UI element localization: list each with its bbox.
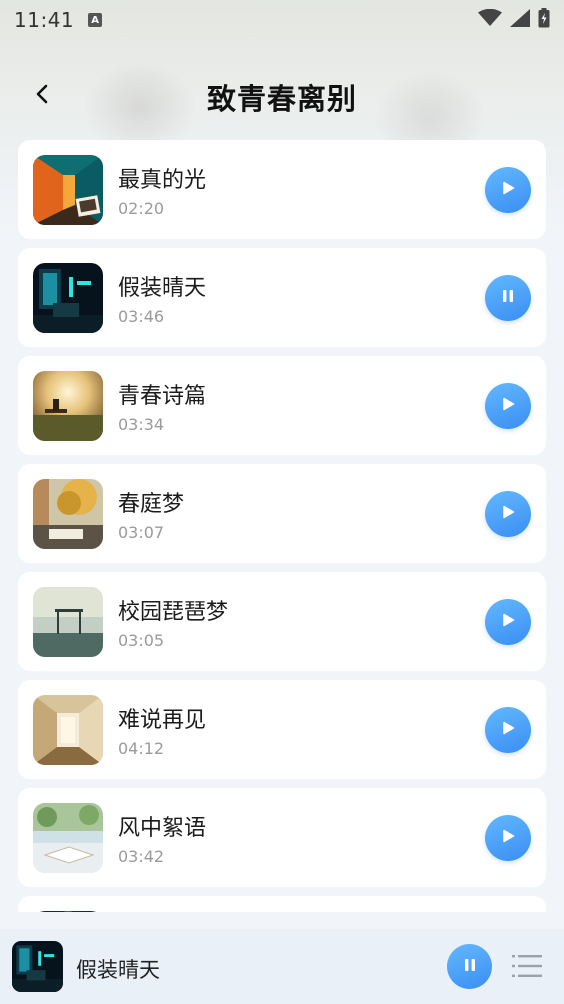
song-cover [33,587,103,657]
list-item[interactable]: 青春诗篇 03:34 [18,356,546,455]
play-button[interactable] [485,383,531,429]
play-button[interactable] [485,167,531,213]
now-playing-cover[interactable] [12,941,63,992]
song-title: 青春诗篇 [118,384,207,409]
song-duration: 03:07 [118,523,165,542]
play-button[interactable] [485,707,531,753]
song-cover [33,371,103,441]
list-item[interactable]: 难说再见 04:12 [18,680,546,779]
song-title: 假装晴天 [118,276,207,301]
play-button[interactable] [485,599,531,645]
song-duration: 03:46 [118,307,165,326]
play-icon [500,828,516,848]
song-title: 校园琵琶梦 [118,600,229,625]
pause-button[interactable] [485,275,531,321]
play-icon [500,720,516,740]
list-item[interactable]: 假装晴天 03:46 [18,248,546,347]
play-icon [500,504,516,524]
play-button[interactable] [485,491,531,537]
page-title: 致青春离别 [206,82,357,116]
wifi-icon [478,8,502,31]
list-item[interactable] [18,896,546,912]
status-bar: 11:41 A [0,0,564,40]
song-list[interactable]: 最真的光 02:20 假装晴天 03:46 青春诗篇 03:34 春庭梦 03:… [18,140,546,912]
song-duration: 02:20 [118,199,165,218]
song-duration: 03:42 [118,847,165,866]
mini-player[interactable]: 假装晴天 [0,929,564,1004]
pause-icon [462,957,478,977]
song-cover [33,479,103,549]
song-cover [33,695,103,765]
list-item[interactable]: 校园琵琶梦 03:05 [18,572,546,671]
playlist-icon [510,955,544,985]
list-item[interactable]: 春庭梦 03:07 [18,464,546,563]
screen: 11:41 A 致青春离别 最真的光 02:20 假装晴天 03:46 青春诗篇… [0,0,564,1004]
song-cover [33,803,103,873]
song-duration: 04:12 [118,739,165,758]
playlist-button[interactable] [510,951,544,981]
song-cover [33,155,103,225]
list-item[interactable]: 最真的光 02:20 [18,140,546,239]
notification-icon: A [88,13,103,27]
mini-pause-button[interactable] [447,944,492,989]
now-playing-title[interactable]: 假装晴天 [76,954,160,984]
song-title: 春庭梦 [118,492,185,517]
song-duration: 03:05 [118,631,165,650]
song-title: 难说再见 [118,708,207,733]
song-cover [33,911,103,912]
song-duration: 03:34 [118,415,165,434]
status-time: 11:41 [14,8,75,32]
song-title: 风中絮语 [118,816,207,841]
header: 致青春离别 [0,60,564,132]
play-icon [500,396,516,416]
signal-icon [510,9,530,31]
song-title: 最真的光 [118,168,207,193]
song-cover [33,263,103,333]
play-button[interactable] [485,815,531,861]
play-icon [500,180,516,200]
play-icon [500,612,516,632]
pause-icon [500,288,516,308]
list-item[interactable]: 风中絮语 03:42 [18,788,546,887]
battery-charging-icon [538,8,550,32]
